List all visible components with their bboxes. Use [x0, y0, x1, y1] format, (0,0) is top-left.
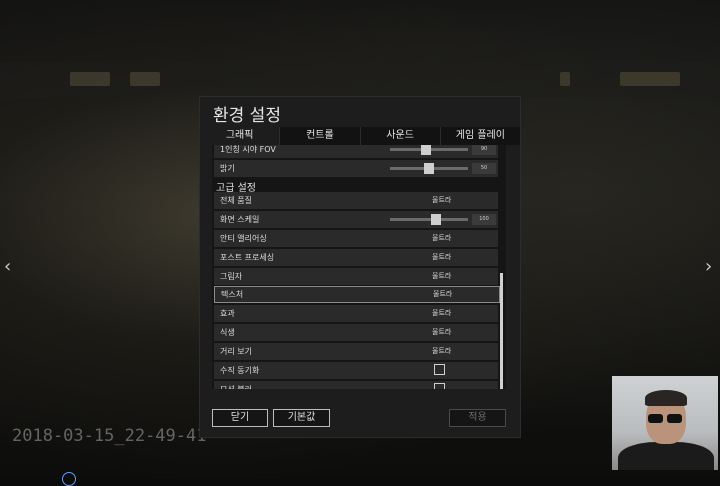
setting-row-brightness[interactable]: 밝기 50: [214, 160, 498, 177]
slider-knob[interactable]: [424, 163, 434, 174]
setting-value[interactable]: 울트라: [432, 305, 451, 322]
fov-value[interactable]: 90: [472, 145, 496, 155]
setting-label: 수직 동기화: [220, 366, 260, 375]
setting-label: 식생: [220, 328, 235, 337]
setting-value[interactable]: 울트라: [432, 192, 451, 209]
setting-value[interactable]: 울트라: [433, 287, 452, 302]
setting-row-overall-quality[interactable]: 전체 품질 울트라: [214, 192, 498, 209]
setting-row-view-distance[interactable]: 거리 보기 울트라: [214, 343, 498, 360]
setting-label: 1인칭 시야 FOV: [220, 145, 276, 154]
setting-row-fov[interactable]: 1인칭 시야 FOV 90: [214, 145, 498, 158]
vsync-checkbox[interactable]: [434, 364, 445, 375]
default-button[interactable]: 기본값: [273, 409, 330, 427]
tab-controls[interactable]: 컨트롤: [280, 127, 361, 145]
setting-row-post-processing[interactable]: 포스트 프로세싱 울트라: [214, 249, 498, 266]
setting-row-anti-aliasing[interactable]: 안티 앨리어싱 울트라: [214, 230, 498, 247]
setting-row-vsync[interactable]: 수직 동기화: [214, 362, 498, 379]
setting-label: 텍스처: [221, 290, 244, 299]
settings-dialog: 환경 설정 그래픽 컨트롤 사운드 게임 플레이 1인칭 시야 FOV 90 밝…: [199, 96, 521, 438]
setting-label: 밝기: [220, 164, 235, 173]
tab-bar: 그래픽 컨트롤 사운드 게임 플레이: [200, 127, 520, 145]
setting-value[interactable]: 울트라: [432, 343, 451, 360]
setting-value[interactable]: 울트라: [432, 324, 451, 341]
render-scale-slider[interactable]: [390, 214, 468, 225]
render-scale-value[interactable]: 100: [472, 214, 496, 225]
setting-row-foliage[interactable]: 식생 울트라: [214, 324, 498, 341]
setting-label: 포스트 프로세싱: [220, 253, 275, 262]
apply-button[interactable]: 적용: [449, 409, 506, 427]
tab-gameplay[interactable]: 게임 플레이: [440, 127, 520, 145]
webcam-overlay: [612, 376, 718, 470]
scrollbar[interactable]: [500, 273, 503, 389]
recording-timestamp: 2018-03-15_22-49-41: [12, 426, 207, 446]
setting-row-render-scale[interactable]: 화면 스케일 100: [214, 211, 498, 228]
slider-knob[interactable]: [421, 145, 431, 155]
circle-icon: [62, 472, 76, 486]
setting-row-motion-blur[interactable]: 모션 블러: [214, 381, 498, 389]
motion-blur-checkbox[interactable]: [434, 383, 445, 389]
setting-label: 안티 앨리어싱: [220, 234, 267, 243]
brightness-slider[interactable]: [390, 163, 468, 174]
setting-value[interactable]: 울트라: [432, 268, 451, 285]
close-button[interactable]: 닫기: [212, 409, 268, 427]
setting-label: 전체 품질: [220, 196, 252, 205]
setting-value[interactable]: 울트라: [432, 249, 451, 266]
chevron-left-icon[interactable]: ‹: [4, 258, 14, 276]
brightness-value[interactable]: 50: [472, 163, 496, 174]
setting-label: 모션 블러: [220, 381, 252, 389]
settings-list[interactable]: 1인칭 시야 FOV 90 밝기 50 고급 설정 전체 품질 울트라 화면 스…: [212, 145, 506, 389]
setting-label: 거리 보기: [220, 347, 252, 356]
fov-slider[interactable]: [390, 145, 468, 155]
setting-label: 효과: [220, 309, 235, 318]
slider-knob[interactable]: [431, 214, 441, 225]
setting-label: 그림자: [220, 272, 243, 281]
setting-row-textures[interactable]: 텍스처 울트라: [214, 286, 500, 303]
dialog-title: 환경 설정: [213, 106, 281, 126]
setting-value[interactable]: 울트라: [432, 230, 451, 247]
chevron-right-icon[interactable]: ›: [705, 258, 715, 276]
tab-sound[interactable]: 사운드: [360, 127, 441, 145]
setting-label: 화면 스케일: [220, 215, 260, 224]
setting-row-effects[interactable]: 효과 울트라: [214, 305, 498, 322]
game-top-bar: [0, 62, 720, 98]
tab-graphics[interactable]: 그래픽: [200, 127, 281, 145]
setting-row-shadows[interactable]: 그림자 울트라: [214, 268, 498, 285]
